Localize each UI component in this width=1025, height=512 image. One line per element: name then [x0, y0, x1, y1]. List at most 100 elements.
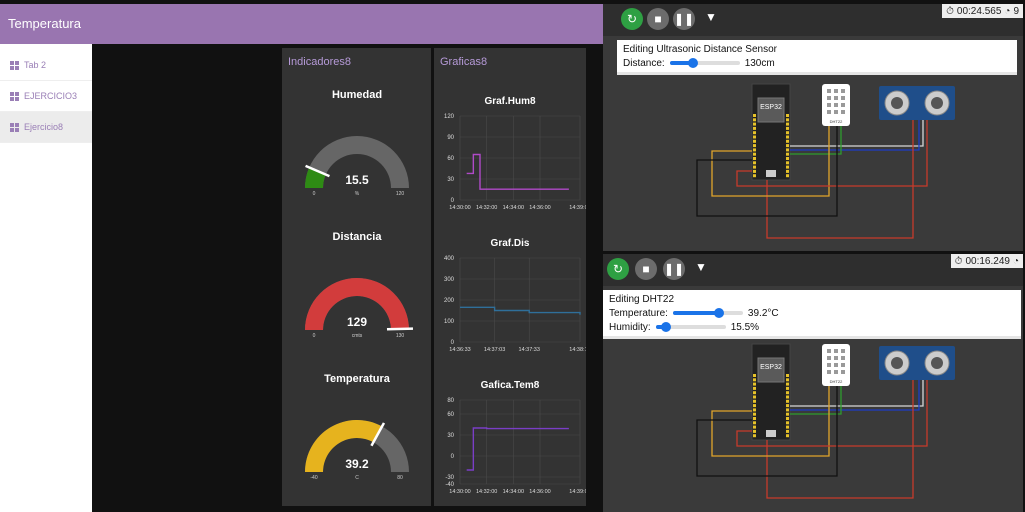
gauge-unit: C — [355, 475, 359, 481]
dashboard-title: Temperatura — [8, 16, 81, 31]
y-tick-label: 120 — [444, 114, 455, 120]
simulator-toolbar: ↻ ■ ❚❚ ▼ ⏱ 00:16.249 ◔ — [603, 254, 1023, 286]
dht22-sensor: DHT22 — [822, 344, 850, 386]
x-tick-label: 14:34:00 — [503, 489, 524, 495]
x-tick-label: 14:30:00 — [449, 489, 470, 495]
edit-panel: Editing DHT22 Temperature: 39.2°C Humidi… — [603, 290, 1021, 339]
ultrasonic-sensor — [879, 86, 955, 120]
x-tick-label: 14:38:17 — [569, 347, 586, 353]
sidebar-item-tab2[interactable]: Tab 2 — [0, 50, 92, 81]
group-graficas: Graficas8 Graf.Hum8 120 90 60 30 0 14:30:00 14:… — [434, 48, 586, 506]
pause-icon: ❚❚ — [673, 12, 695, 26]
gauge-max-label: 130 — [396, 333, 405, 339]
gauge-max-label: 80 — [397, 475, 403, 481]
humidity-label: Humidity: — [609, 321, 651, 333]
distance-label: Distance: — [623, 57, 665, 69]
gauge-min-label: 0 — [313, 191, 316, 197]
x-tick-label: 14:37:03 — [484, 347, 505, 353]
gauge-unit: % — [355, 191, 360, 197]
slider-knob[interactable] — [687, 58, 698, 68]
y-tick-label: 60 — [447, 412, 454, 418]
edit-title: Editing DHT22 — [609, 293, 675, 305]
chart-title: Gafica.Tem8 — [481, 380, 540, 391]
x-tick-label: 14:36:33 — [449, 347, 470, 353]
gauge-max-label: 120 — [396, 191, 405, 197]
restart-button[interactable]: ↻ — [607, 258, 629, 280]
sim-timer: ⏱ 00:16.249 ◔ — [950, 254, 1023, 268]
stop-icon: ■ — [642, 262, 650, 276]
y-tick-label: 30 — [447, 177, 454, 183]
series-line — [460, 306, 581, 315]
wire — [790, 120, 924, 147]
temperature-label: Temperature: — [609, 307, 668, 319]
y-tick-label: 100 — [444, 319, 455, 325]
y-tick-label: 400 — [444, 256, 455, 262]
gauge-title-distancia: Distancia — [333, 231, 383, 243]
speed-icon: ◔ — [1004, 5, 1011, 17]
group-indicadores: Indicadores8 15.5% 0 120 129 cmts 0 130 39.2 C… — [282, 48, 431, 506]
gauge-needle — [386, 327, 414, 331]
temperature-value: 39.2°C — [747, 307, 779, 319]
esp32-label: ESP32 — [760, 104, 782, 111]
pause-icon: ❚❚ — [663, 262, 685, 276]
x-tick-label: 14:36:00 — [529, 205, 550, 211]
y-tick-label: 60 — [447, 156, 454, 162]
speed-icon: ◔ — [1012, 255, 1019, 267]
timer-value: 00:16.249 — [965, 255, 1010, 267]
dashboard-header: Temperatura — [0, 4, 603, 44]
gauges-svg: 15.5% 0 120 129 cmts 0 130 39.2 C -40 80 Humedad… — [305, 89, 414, 481]
y-tick-label: 0 — [451, 198, 455, 204]
sidebar-nav: Tab 2 EJERCICIO3 Ejercicio8 — [0, 44, 92, 512]
chevron-down-icon[interactable]: ▼ — [705, 10, 717, 24]
distance-value: 130cm — [744, 57, 775, 69]
pause-button[interactable]: ❚❚ — [673, 8, 695, 30]
y-tick-label: 200 — [444, 298, 455, 304]
dashboard: Temperatura Tab 2 EJERCICIO3 Ejercicio8 … — [0, 0, 603, 512]
sidebar-item-label: EJERCICIO3 — [24, 91, 78, 101]
humidity-slider[interactable] — [655, 322, 726, 332]
stop-button[interactable]: ■ — [635, 258, 657, 280]
y-tick-label: 30 — [447, 433, 454, 439]
distance-slider[interactable] — [669, 58, 740, 68]
restart-button[interactable]: ↻ — [621, 8, 643, 30]
sidebar-item-label: Ejercicio8 — [24, 122, 64, 132]
tab-icon — [10, 91, 19, 101]
sidebar-item-ejercicio3[interactable]: EJERCICIO3 — [0, 81, 92, 112]
simulator-toolbar: ↻ ■ ❚❚ ▼ ⏱ 00:24.565 ◔ 9 — [603, 4, 1023, 36]
charts-svg: Graf.Hum8120906030014:30:00 14:32:00 14:34… — [444, 96, 586, 495]
temperature-slider[interactable] — [672, 308, 743, 318]
x-tick-label: 14:39:00 — [569, 489, 586, 495]
gauge-min-label: -40 — [310, 475, 317, 481]
tab-icon — [10, 122, 19, 132]
slider-knob[interactable] — [714, 308, 725, 318]
timer-icon: ⏱ — [954, 255, 963, 267]
gauge-value: 129 — [347, 315, 367, 329]
sidebar-item-label: Tab 2 — [24, 60, 47, 70]
esp32-board: ESP32 — [751, 343, 791, 441]
humidity-value: 15.5% — [730, 321, 760, 333]
timer-value: 00:24.565 — [956, 5, 1002, 17]
restart-icon: ↻ — [626, 12, 638, 26]
x-tick-label: 14:36:00 — [529, 489, 550, 495]
chevron-down-icon[interactable]: ▼ — [695, 260, 707, 274]
gauge-unit: cmts — [352, 333, 363, 339]
y-tick-label: 80 — [447, 398, 454, 404]
gauge-fill — [305, 420, 383, 472]
x-tick-label: 14:37:33 — [519, 347, 540, 353]
sidebar-item-ejercicio8[interactable]: Ejercicio8 — [0, 112, 92, 143]
chart-title: Graf.Dis — [491, 238, 530, 249]
tab-icon — [10, 60, 19, 70]
x-tick-label: 14:30:00 — [449, 205, 470, 211]
dht22-label: DHT22 — [830, 119, 843, 124]
x-tick-label: 14:39:00 — [569, 205, 586, 211]
timer-icon: ⏱ — [946, 5, 954, 17]
dht22-sensor: DHT22 — [822, 84, 850, 126]
stop-button[interactable]: ■ — [647, 8, 669, 30]
gauge-value: 15.5 — [345, 173, 369, 187]
slider-knob[interactable] — [661, 322, 672, 332]
y-tick-label: 300 — [444, 277, 455, 283]
timer-extra: 9 — [1013, 5, 1019, 17]
pause-button[interactable]: ❚❚ — [663, 258, 685, 280]
dht22-label: DHT22 — [830, 379, 843, 384]
wokwi-simulator-1: ↻ ■ ❚❚ ▼ ⏱ 00:24.565 ◔ 9 Editing Ultraso… — [603, 4, 1023, 251]
